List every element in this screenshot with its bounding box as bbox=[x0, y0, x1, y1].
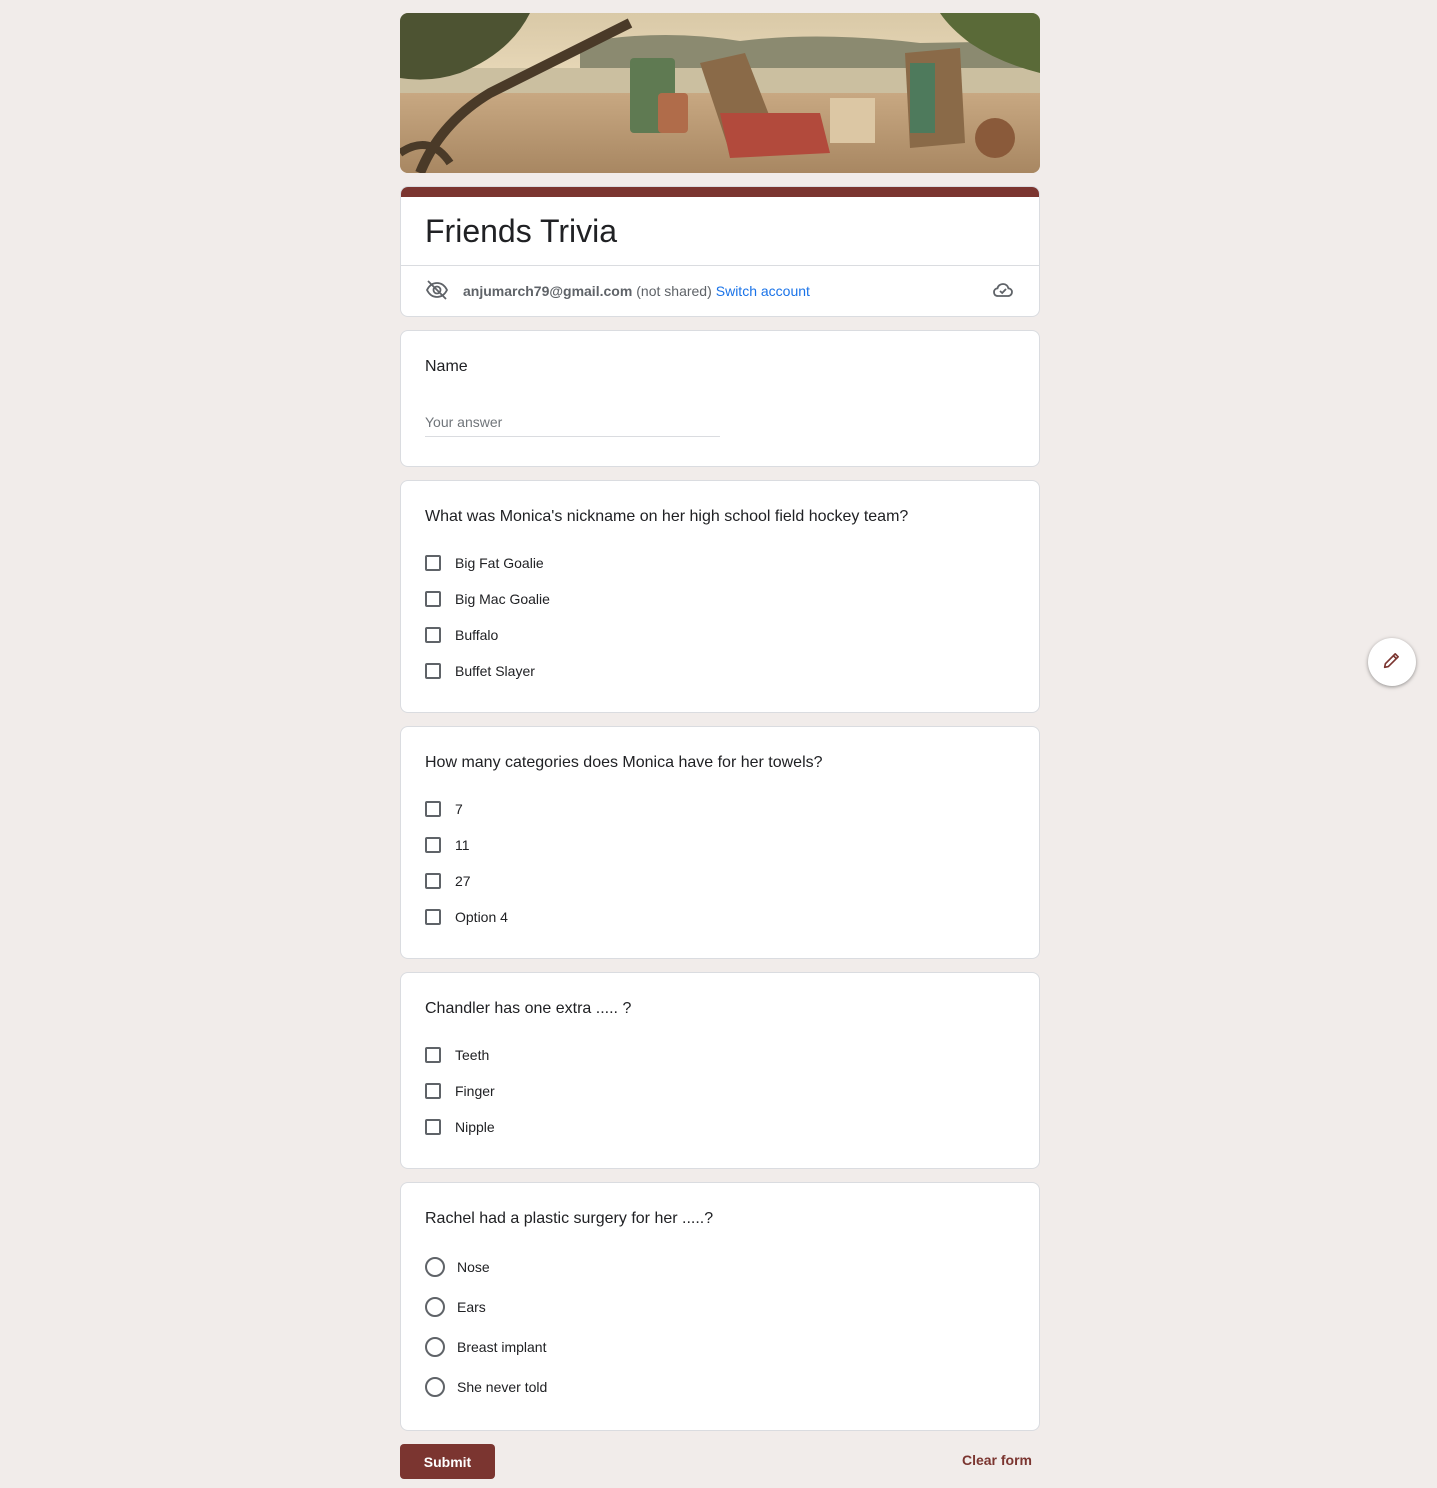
radio-option[interactable]: Nose bbox=[425, 1257, 490, 1277]
option-label: Buffet Slayer bbox=[455, 663, 535, 679]
header-banner-image bbox=[400, 13, 1040, 173]
checkbox[interactable] bbox=[425, 909, 441, 925]
option-label: 7 bbox=[455, 801, 463, 817]
radio-button[interactable] bbox=[425, 1257, 445, 1277]
question-card: Rachel had a plastic surgery for her ...… bbox=[400, 1182, 1040, 1431]
name-question-card: Name bbox=[400, 330, 1040, 467]
checkbox[interactable] bbox=[425, 873, 441, 889]
option-label: Option 4 bbox=[455, 909, 508, 925]
checkbox-option[interactable]: Big Fat Goalie bbox=[425, 553, 544, 573]
question-title: Rachel had a plastic surgery for her ...… bbox=[425, 1210, 714, 1227]
question-title: What was Monica's nickname on her high s… bbox=[425, 508, 909, 525]
checkbox[interactable] bbox=[425, 1119, 441, 1135]
name-answer-input[interactable] bbox=[425, 408, 720, 437]
question-title: Chandler has one extra ..... ? bbox=[425, 1000, 632, 1017]
option-label: Nipple bbox=[455, 1119, 495, 1135]
account-row: anjumarch79@gmail.com (not shared) Switc… bbox=[425, 265, 1015, 316]
checkbox-option[interactable]: Nipple bbox=[425, 1117, 495, 1137]
option-label: Finger bbox=[455, 1083, 495, 1099]
checkbox[interactable] bbox=[425, 663, 441, 679]
option-label: Nose bbox=[457, 1259, 490, 1275]
checkbox-option[interactable]: 27 bbox=[425, 871, 471, 891]
cloud-saved-icon bbox=[991, 278, 1015, 305]
checkbox-option[interactable]: Buffalo bbox=[425, 625, 498, 645]
checkbox-option[interactable]: Big Mac Goalie bbox=[425, 589, 550, 609]
option-label: Buffalo bbox=[455, 627, 499, 643]
accent-bar bbox=[401, 187, 1039, 197]
checkbox[interactable] bbox=[425, 555, 441, 571]
radio-button[interactable] bbox=[425, 1337, 445, 1357]
checkbox-option[interactable]: 7 bbox=[425, 799, 463, 819]
checkbox[interactable] bbox=[425, 1047, 441, 1063]
clear-form-button[interactable]: Clear form bbox=[962, 1452, 1032, 1468]
option-label: Big Mac Goalie bbox=[455, 591, 550, 607]
submit-button[interactable]: Submit bbox=[400, 1444, 495, 1479]
option-label: Big Fat Goalie bbox=[455, 555, 544, 571]
not-shared-label: (not shared) bbox=[636, 283, 712, 299]
checkbox-option[interactable]: Finger bbox=[425, 1081, 495, 1101]
question-card: Chandler has one extra ..... ? Teeth Fin… bbox=[400, 972, 1040, 1169]
checkbox-option[interactable]: 11 bbox=[425, 835, 470, 855]
edit-form-button[interactable] bbox=[1368, 638, 1416, 686]
radio-option[interactable]: Ears bbox=[425, 1297, 486, 1317]
eye-off-icon bbox=[425, 278, 449, 305]
checkbox[interactable] bbox=[425, 591, 441, 607]
checkbox-option[interactable]: Buffet Slayer bbox=[425, 661, 535, 681]
switch-account-link[interactable]: Switch account bbox=[716, 283, 810, 299]
radio-option[interactable]: Breast implant bbox=[425, 1337, 546, 1357]
radio-option[interactable]: She never told bbox=[425, 1377, 547, 1397]
radio-button[interactable] bbox=[425, 1377, 445, 1397]
checkbox-option[interactable]: Teeth bbox=[425, 1045, 489, 1065]
option-label: She never told bbox=[457, 1379, 548, 1395]
form-title: Friends Trivia bbox=[425, 213, 618, 249]
checkbox[interactable] bbox=[425, 837, 441, 853]
question-title: Name bbox=[425, 358, 468, 375]
checkbox[interactable] bbox=[425, 801, 441, 817]
checkbox[interactable] bbox=[425, 1083, 441, 1099]
checkbox-option[interactable]: Option 4 bbox=[425, 907, 508, 927]
question-card: What was Monica's nickname on her high s… bbox=[400, 480, 1040, 713]
form-header-card: Friends Trivia anjumarch79@gmail.com (no… bbox=[400, 186, 1040, 317]
option-label: Breast implant bbox=[457, 1339, 547, 1355]
option-label: Teeth bbox=[455, 1047, 490, 1063]
account-email: anjumarch79@gmail.com bbox=[463, 283, 633, 299]
option-label: Ears bbox=[457, 1299, 486, 1315]
question-title: How many categories does Monica have for… bbox=[425, 754, 823, 771]
option-label: 27 bbox=[455, 873, 471, 889]
pencil-icon bbox=[1381, 649, 1403, 676]
checkbox[interactable] bbox=[425, 627, 441, 643]
radio-button[interactable] bbox=[425, 1297, 445, 1317]
question-card: How many categories does Monica have for… bbox=[400, 726, 1040, 959]
option-label: 11 bbox=[455, 837, 470, 853]
